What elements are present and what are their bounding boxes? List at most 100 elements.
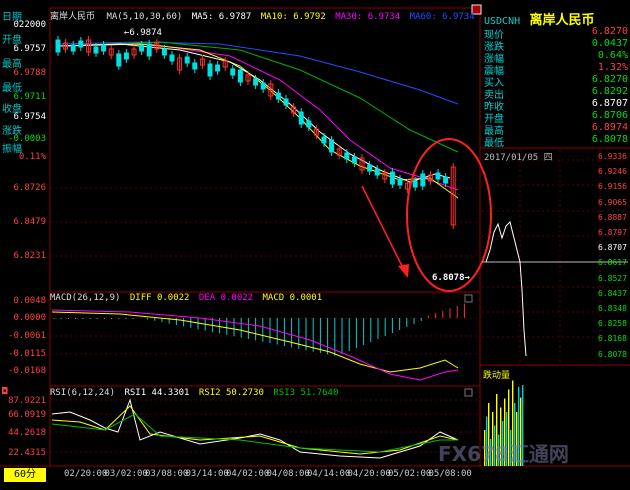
ma30-value: MA30: 6.9734 [335,12,401,22]
rsi3-line [51,413,458,453]
quote-row-value: 6.8078 [591,134,628,145]
quote-row: 涨幅 0.64% [484,50,628,65]
time-axis-label: 05/02:00 [388,469,432,479]
volume-label: 跌动量 [483,371,511,381]
quote-row-value: 6.8292 [591,86,628,97]
macd-value: MACD 0.0001 [262,293,323,303]
time-axis-label: 04/14:00 [307,469,351,479]
candle [70,44,76,52]
macd-header: MACD(26,12,9) DIFF 0.0022 DEA 0.0022 MAC… [50,293,322,303]
candle [374,168,380,176]
candle [215,64,221,72]
candle [253,78,259,86]
macd-axis-label: 0.0048 [13,296,46,306]
macd-title: MACD(26,12,9) [50,293,121,303]
candle [412,180,418,188]
rsi-title: RSI(6,12,24) [50,388,116,398]
ma5-value: MA5: 6.9787 [191,12,252,22]
candle [420,173,426,187]
candle [123,52,129,60]
time-axis-label: 03/08:00 [145,469,189,479]
date-value: 022000 [13,20,46,30]
instrument-title: 离岸人民币 [50,12,96,22]
candle [321,136,327,144]
price-axis-label: 6.8479 [13,217,46,227]
candle [260,82,266,90]
quote-row: 昨收 6.8707 [484,98,628,113]
quote-row: 开盘 6.8706 [484,110,628,125]
candle [93,46,99,54]
quote-row-value: 6.8707 [591,98,628,109]
intraday-axis-label: 6.8617 [598,258,627,268]
macd-diff: DIFF 0.0022 [129,293,190,303]
candle [139,44,145,52]
candle [351,156,357,164]
amp-value: 0.11% [18,152,46,162]
quote-row-value: 0.64% [597,50,628,61]
quote-row-value: 6.8270 [591,74,628,85]
time-axis: 02/20:00 03/02:00 03/08:00 03/14:00 04/02:00… [50,469,480,481]
quote-header: USDCNH 离岸人民币 [484,9,628,28]
candle [161,48,167,56]
candle [55,39,61,53]
macd-axis-label: -0.0061 [8,331,46,341]
rsi-axis-label: 66.0919 [8,410,46,420]
time-axis-label: 04/08:00 [266,469,310,479]
macd-diff-line [51,311,459,373]
candle [101,44,107,52]
quote-row-value: 6.8706 [591,110,628,121]
low-marker: 6.8078→ [432,273,470,283]
macd-restore-button [464,294,473,303]
macd-axis-label: -0.0168 [8,366,46,376]
price-axis-label: 6.8231 [13,251,46,261]
close-value: 6.9754 [13,112,46,122]
time-axis-label: 04/02:00 [226,469,270,479]
candle [397,178,403,186]
quote-row: 震幅 1.32% [484,62,628,77]
intraday-axis-label: 6.8348 [598,304,627,313]
watermark: FX678汇通网 [438,442,569,466]
intraday-axis-label: 6.9065 [598,197,627,207]
quote-row: 卖出 6.8292 [484,86,628,101]
trend-arrow-line [361,185,405,271]
candle [78,40,84,48]
intraday-axis-label: 6.8797 [598,228,627,237]
intraday-axis-label: 6.9246 [598,167,627,177]
candle [367,164,373,172]
candle [184,56,190,64]
intraday-axis-label: 6.8887 [598,212,627,222]
trend-arrow-head [398,264,409,278]
ma10-value: MA10: 6.9792 [260,12,326,22]
ma-header: 离岸人民币 MA(5,10,30,60) MA5: 6.9787 MA10: 6… [50,9,475,22]
highlight-ellipse [406,138,492,292]
candle [116,53,122,67]
candle [237,69,243,83]
rsi-axis-label: 44.2618 [8,428,46,438]
candle [389,171,395,185]
candle [192,62,198,70]
price-axis-label: 6.8726 [13,183,46,193]
candle [298,111,304,125]
period-button[interactable]: 60分 [4,468,46,482]
quote-row-value: 6.8270 [591,26,628,37]
candle [230,68,236,76]
rsi1-value: RSI1 44.3301 [124,388,190,398]
candle [344,152,350,160]
candle [306,120,312,128]
intraday-axis-label: 6.8258 [598,319,627,329]
rsi3-value: RSI3 51.7640 [273,388,339,398]
top-high-marker: ←6.9874 [124,28,162,38]
quote-row: 最高 6.8974 [484,122,628,137]
candle [283,98,289,106]
candle [443,176,449,184]
candle [207,63,213,77]
rsi-axis-label: 22.4315 [8,448,46,458]
quote-row: 现价 6.8270 [484,26,628,41]
intraday-axis-label: 6.8168 [598,334,627,344]
quote-row-value: 6.8974 [591,122,628,133]
macd-dea: DEA 0.0022 [198,293,254,303]
ma60-value: MA60: 6.9734 [409,12,475,22]
candle [169,54,175,62]
open-value: 6.9757 [13,44,46,54]
time-axis-label: 03/02:00 [104,469,148,479]
